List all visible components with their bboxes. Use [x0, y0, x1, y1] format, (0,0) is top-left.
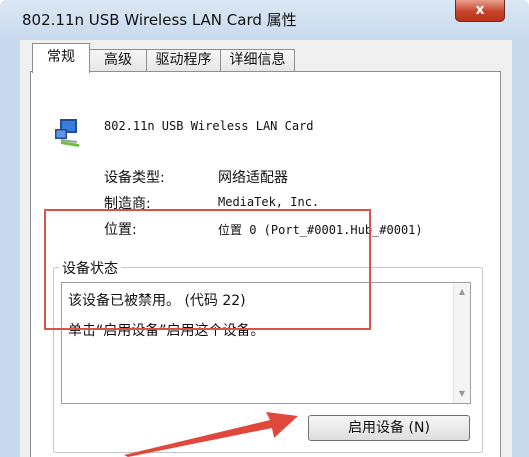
close-icon: x: [475, 2, 485, 18]
scroll-down-icon[interactable]: ▼: [457, 390, 467, 398]
tab-driver[interactable]: 驱动程序: [146, 49, 221, 71]
annotation-arrow-icon: [124, 412, 298, 457]
tab-advanced[interactable]: 高级: [89, 49, 147, 71]
device-name: 802.11n USB Wireless LAN Card: [104, 119, 314, 133]
status-scrollbar[interactable]: ▲ ▼: [453, 283, 470, 403]
enable-device-button[interactable]: 启用设备 (N): [308, 415, 470, 441]
highlight-annotation-box: [44, 209, 371, 330]
title-bar[interactable]: 802.11n USB Wireless LAN Card 属性 x: [0, 0, 529, 40]
window-title: 802.11n USB Wireless LAN Card 属性: [22, 11, 297, 29]
device-type-value: 网络适配器: [218, 170, 288, 186]
tab-general[interactable]: 常规: [32, 43, 90, 73]
close-button[interactable]: x: [455, 0, 505, 22]
tab-details[interactable]: 详细信息: [220, 49, 295, 71]
scroll-up-icon[interactable]: ▲: [457, 288, 467, 296]
manufacturer-value: MediaTek, Inc.: [218, 195, 320, 209]
device-type-label: 设备类型:: [104, 170, 165, 186]
properties-window: 802.11n USB Wireless LAN Card 属性 x 常规 高级…: [0, 0, 529, 457]
network-adapter-icon: [55, 119, 79, 147]
